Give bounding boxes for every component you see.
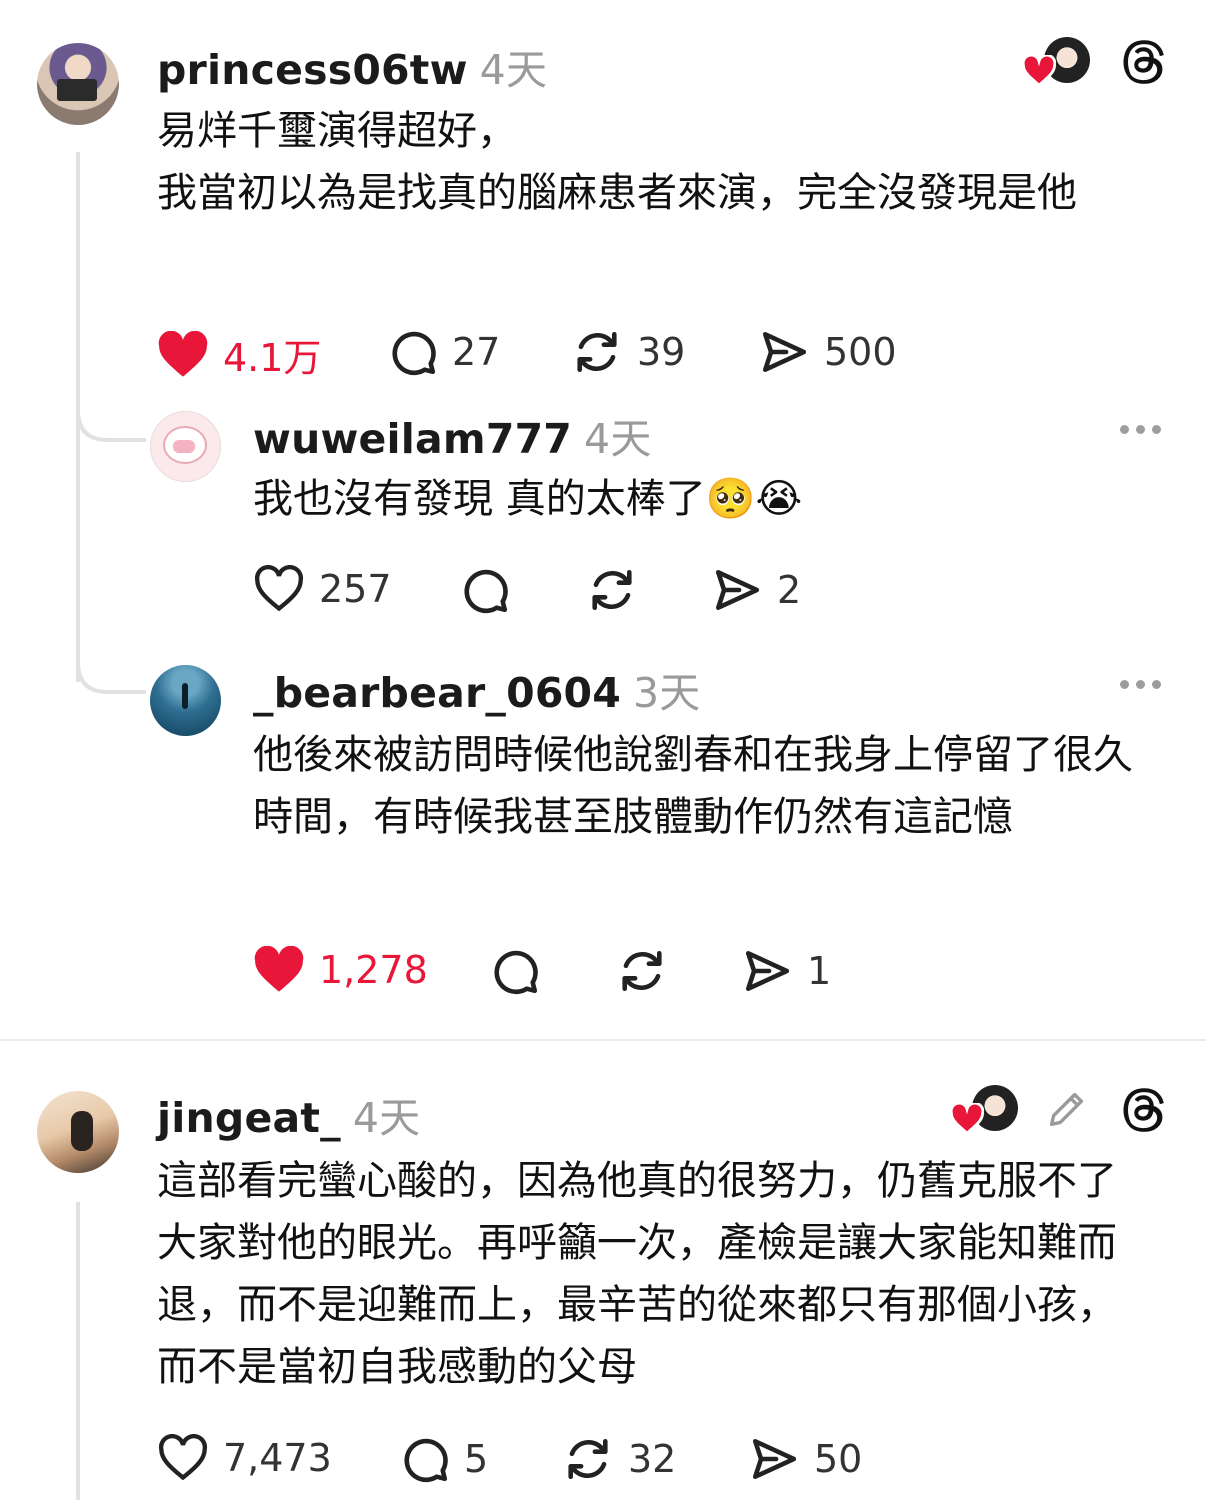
like-button[interactable]: 1,278 <box>253 946 428 994</box>
share-count: 2 <box>777 568 802 612</box>
comment-button[interactable]: 27 <box>388 327 500 377</box>
like-count: 1,278 <box>319 948 428 992</box>
avatar[interactable] <box>37 43 119 125</box>
threads-logo-icon[interactable] <box>1117 1083 1169 1137</box>
share-button[interactable]: 1 <box>741 946 831 996</box>
repost-count: 39 <box>637 330 686 374</box>
heart-icon <box>254 946 304 992</box>
repost-button[interactable]: 39 <box>571 327 685 377</box>
liked-heart-icon <box>950 1103 984 1135</box>
post-text: 我也沒有發現 真的太棒了🥺😭 <box>253 476 803 522</box>
share-icon <box>752 1439 797 1479</box>
post-text: 這部看完蠻心酸的，因為他真的很努力，仍舊克服不了大家對他的眼光。再呼籲一次，產檢… <box>157 1158 1117 1390</box>
liked-heart-icon <box>1022 55 1056 87</box>
comment-icon <box>404 1438 448 1483</box>
like-button[interactable]: 7,473 <box>157 1434 332 1482</box>
comment-icon <box>464 569 508 614</box>
avatar[interactable] <box>150 665 221 736</box>
post-text: 他後來被訪問時候他說劉春和在我身上停留了很久時間，有時候我甚至肢體動作仍然有這記… <box>253 732 1133 840</box>
repost-button[interactable] <box>586 565 652 615</box>
username[interactable]: princess06tw <box>157 46 468 94</box>
heart-icon <box>254 565 304 612</box>
repost-icon <box>568 1439 608 1479</box>
share-button[interactable]: 2 <box>711 565 801 615</box>
username[interactable]: _bearbear_0604 <box>253 669 621 717</box>
more-icon[interactable] <box>1120 425 1161 434</box>
like-count: 4.1万 <box>223 336 322 380</box>
timestamp: 3天 <box>633 669 701 717</box>
comment-count: 5 <box>464 1437 489 1481</box>
threads-logo-icon[interactable] <box>1117 35 1169 89</box>
repost-icon <box>592 570 632 610</box>
share-count: 1 <box>807 949 832 993</box>
avatar[interactable] <box>150 411 221 482</box>
repost-button[interactable] <box>616 946 682 996</box>
share-icon <box>762 332 807 372</box>
thread-branch <box>76 400 146 442</box>
repost-button[interactable]: 32 <box>562 1434 676 1484</box>
username[interactable]: jingeat_ <box>157 1094 341 1142</box>
share-count: 50 <box>814 1437 863 1481</box>
username[interactable]: wuweilam777 <box>253 415 572 463</box>
comment-icon <box>392 331 436 376</box>
like-button[interactable]: 257 <box>253 565 392 613</box>
comment-button[interactable] <box>460 565 524 615</box>
share-icon <box>745 951 790 991</box>
like-button[interactable]: 4.1万 <box>157 327 321 382</box>
thread-line <box>76 1202 80 1500</box>
repost-icon <box>622 951 662 991</box>
comment-count: 27 <box>452 330 501 374</box>
share-icon <box>715 570 760 610</box>
repost-icon <box>577 332 617 372</box>
timestamp: 4天 <box>479 46 548 94</box>
edit-icon[interactable] <box>1044 1086 1090 1132</box>
like-count: 257 <box>319 567 392 611</box>
heart-icon <box>158 330 208 377</box>
avatar[interactable] <box>37 1091 119 1173</box>
comment-button[interactable]: 5 <box>400 1434 488 1484</box>
divider <box>0 1039 1206 1041</box>
repost-count: 32 <box>628 1437 677 1481</box>
comment-button[interactable] <box>490 946 554 996</box>
share-button[interactable]: 500 <box>758 327 897 377</box>
timestamp: 4天 <box>584 415 652 463</box>
more-icon[interactable] <box>1120 680 1161 689</box>
like-count: 7,473 <box>223 1436 332 1480</box>
timestamp: 4天 <box>352 1094 421 1142</box>
post-text: 易烊千璽演得超好， 我當初以為是找真的腦麻患者來演，完全沒發現是他 <box>157 108 1077 216</box>
heart-icon <box>158 1434 208 1481</box>
thread-branch <box>76 652 146 694</box>
share-count: 500 <box>824 330 897 374</box>
share-button[interactable]: 50 <box>748 1434 862 1484</box>
comment-icon <box>494 950 538 995</box>
